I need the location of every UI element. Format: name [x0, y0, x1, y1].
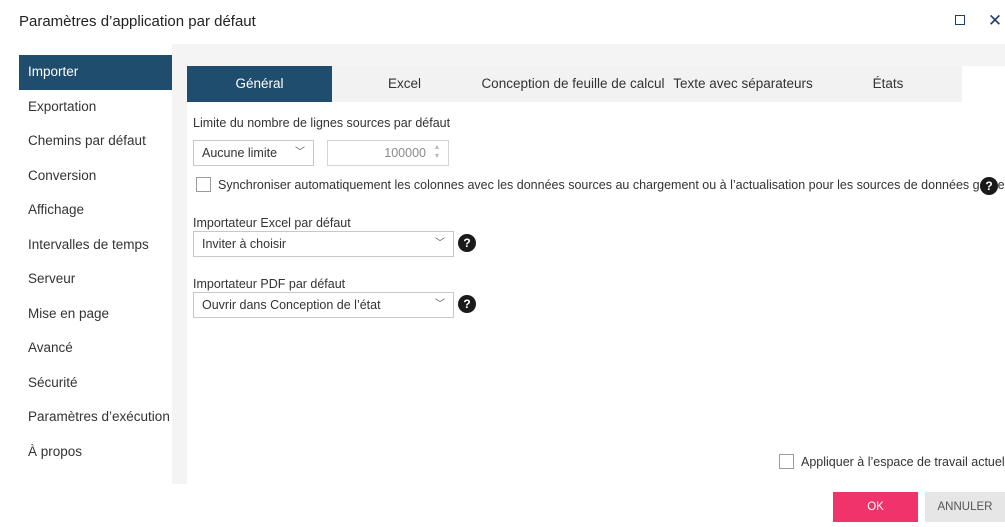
- cancel-button[interactable]: ANNULER: [925, 492, 1005, 522]
- sidebar-item-securite[interactable]: Sécurité: [19, 366, 172, 401]
- row-limit-select-value: Aucune limite: [202, 146, 278, 160]
- pdf-importer-select[interactable]: Ouvrir dans Conception de l’état ﹀: [193, 292, 454, 318]
- close-button[interactable]: ✕: [985, 11, 1005, 31]
- tab-general[interactable]: Général: [187, 66, 332, 102]
- sidebar-item-mise-en-page[interactable]: Mise en page: [19, 297, 172, 332]
- sidebar-item-exportation[interactable]: Exportation: [19, 90, 172, 125]
- sidebar-item-conversion[interactable]: Conversion: [19, 159, 172, 194]
- spinner-arrows-icon[interactable]: ▲ ▼: [432, 143, 442, 161]
- maximize-button[interactable]: [951, 11, 971, 31]
- settings-content: Général Excel Conception de feuille de c…: [172, 44, 1005, 484]
- row-limit-select[interactable]: Aucune limite ﹀: [193, 140, 314, 166]
- sync-columns-checkbox[interactable]: [196, 177, 211, 192]
- settings-sidebar: Importer Exportation Chemins par défaut …: [19, 55, 172, 469]
- row-limit-number-input[interactable]: 100000 ▲ ▼: [327, 140, 449, 166]
- sidebar-item-affichage[interactable]: Affichage: [19, 193, 172, 228]
- tab-conception-feuille-de-calcul[interactable]: Conception de feuille de calcul: [481, 66, 665, 102]
- help-icon[interactable]: ?: [458, 234, 476, 252]
- sidebar-item-serveur[interactable]: Serveur: [19, 262, 172, 297]
- chevron-down-icon: ﹀: [295, 147, 305, 158]
- excel-importer-select-value: Inviter à choisir: [202, 237, 287, 251]
- sidebar-item-intervalles-de-temps[interactable]: Intervalles de temps: [19, 228, 172, 263]
- sidebar-item-importer[interactable]: Importer: [19, 55, 172, 90]
- close-icon: ✕: [987, 11, 1003, 30]
- sidebar-item-avance[interactable]: Avancé: [19, 331, 172, 366]
- apply-workspace-checkbox[interactable]: [779, 454, 794, 469]
- maximize-icon: [955, 15, 965, 25]
- tab-texte-avec-separateurs[interactable]: Texte avec séparateurs: [667, 66, 819, 102]
- excel-importer-label: Importateur Excel par défaut: [193, 216, 351, 230]
- help-icon[interactable]: ?: [458, 295, 476, 313]
- sidebar-item-a-propos[interactable]: À propos: [19, 435, 172, 470]
- pdf-importer-select-value: Ouvrir dans Conception de l’état: [202, 298, 381, 312]
- sidebar-item-parametres-execution[interactable]: Paramètres d’exécution: [19, 400, 172, 435]
- chevron-down-icon: ﹀: [435, 238, 445, 249]
- tab-bar: Général Excel Conception de feuille de c…: [187, 66, 962, 102]
- tab-etats[interactable]: États: [827, 66, 949, 102]
- sidebar-item-chemins-par-defaut[interactable]: Chemins par défaut: [19, 124, 172, 159]
- row-limit-label: Limite du nombre de lignes sources par d…: [193, 116, 451, 130]
- title-bar: Paramètres d’application par défaut ✕: [0, 0, 1005, 44]
- dialog-title: Paramètres d’application par défaut: [19, 13, 256, 30]
- ok-button[interactable]: OK: [833, 492, 918, 522]
- row-limit-number-value: 100000: [384, 146, 426, 160]
- chevron-down-icon: ﹀: [435, 299, 445, 310]
- excel-importer-select[interactable]: Inviter à choisir ﹀: [193, 231, 454, 257]
- sync-columns-label: Synchroniser automatiquement les colonne…: [218, 178, 1005, 192]
- apply-workspace-label: Appliquer à l’espace de travail actuel: [801, 455, 1005, 469]
- tab-excel[interactable]: Excel: [332, 66, 477, 102]
- pdf-importer-label: Importateur PDF par défaut: [193, 277, 346, 291]
- settings-panel: Général Excel Conception de feuille de c…: [187, 66, 1005, 484]
- help-icon[interactable]: ?: [980, 177, 998, 195]
